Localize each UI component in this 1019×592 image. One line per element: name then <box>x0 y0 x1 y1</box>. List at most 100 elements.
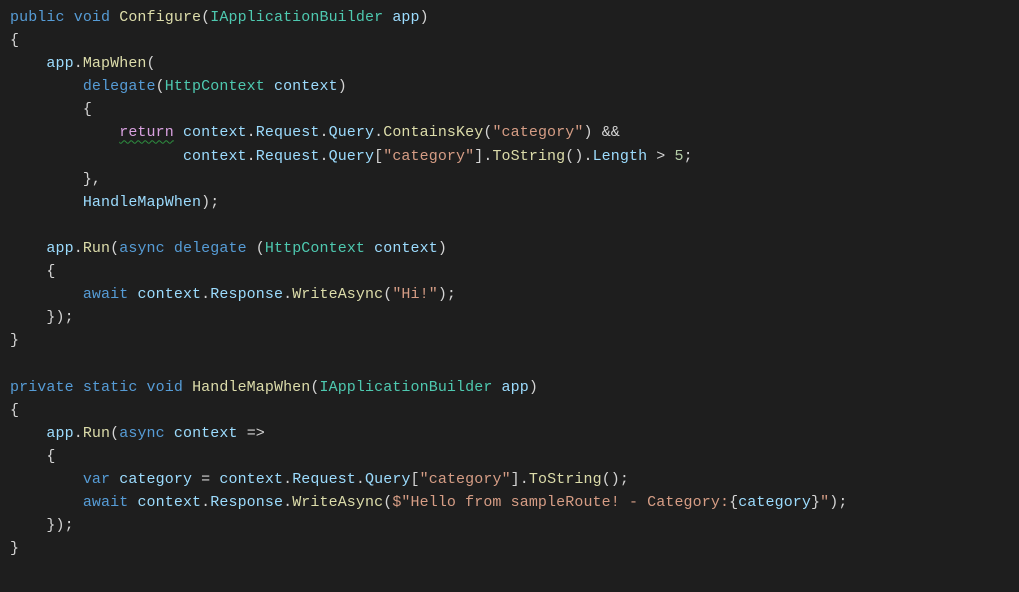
punct: [ <box>411 471 420 488</box>
punct: . <box>247 148 256 165</box>
fn-mapwhen: MapWhen <box>83 55 147 72</box>
punct: ) <box>438 240 447 257</box>
punct: . <box>283 494 292 511</box>
type-iappbuilder: IApplicationBuilder <box>320 379 493 396</box>
str-hi: "Hi!" <box>392 286 438 303</box>
punct: . <box>319 148 328 165</box>
kw-delegate: delegate <box>174 240 247 257</box>
punct: . <box>283 286 292 303</box>
brace: }); <box>46 517 73 534</box>
kw-void: void <box>147 379 183 396</box>
brace: }, <box>83 171 101 188</box>
punct: ( <box>310 379 319 396</box>
brace: { <box>83 101 92 118</box>
fn-writeasync: WriteAsync <box>292 286 383 303</box>
punct: ]. <box>474 148 492 165</box>
brace: { <box>10 402 19 419</box>
prop-length: Length <box>593 148 648 165</box>
fn-writeasync: WriteAsync <box>292 494 383 511</box>
punct: . <box>356 471 365 488</box>
punct: . <box>201 494 210 511</box>
punct: ) <box>529 379 538 396</box>
punct: ( <box>156 78 165 95</box>
var-app: app <box>46 425 73 442</box>
str-hello: $"Hello from sampleRoute! - Category: <box>392 494 729 511</box>
var-context: context <box>137 286 201 303</box>
brace: } <box>10 540 19 557</box>
var-context: context <box>183 148 247 165</box>
type-iappbuilder: IApplicationBuilder <box>210 9 383 26</box>
num-5: 5 <box>675 148 684 165</box>
prop-response: Response <box>210 286 283 303</box>
punct: ) <box>583 124 592 141</box>
prop-request: Request <box>256 124 320 141</box>
brace: } <box>10 332 19 349</box>
op-arrow: => <box>247 425 265 442</box>
punct: . <box>74 240 83 257</box>
brace: { <box>46 448 55 465</box>
punct: ( <box>383 286 392 303</box>
punct: ( <box>383 494 392 511</box>
punct: . <box>374 124 383 141</box>
ref-handlemapwhen: HandleMapWhen <box>83 194 201 211</box>
var-context: context <box>219 471 283 488</box>
prop-response: Response <box>210 494 283 511</box>
param-context: context <box>374 240 438 257</box>
op-eq: = <box>201 471 210 488</box>
param-app: app <box>392 9 419 26</box>
kw-static: static <box>83 379 138 396</box>
type-httpcontext: HttpContext <box>265 240 365 257</box>
str-hello-end: " <box>820 494 829 511</box>
fn-run: Run <box>83 240 110 257</box>
prop-request: Request <box>292 471 356 488</box>
kw-private: private <box>10 379 74 396</box>
punct: (); <box>602 471 629 488</box>
code-editor[interactable]: public void Configure(IApplicationBuilde… <box>0 0 1019 560</box>
var-app: app <box>46 240 73 257</box>
str-category: "category" <box>420 471 511 488</box>
kw-await: await <box>83 494 129 511</box>
fn-handlemapwhen: HandleMapWhen <box>192 379 310 396</box>
kw-async: async <box>119 425 165 442</box>
punct: ( <box>147 55 156 72</box>
param-context: context <box>174 425 238 442</box>
punct: ; <box>684 148 693 165</box>
var-app: app <box>46 55 73 72</box>
punct: . <box>283 471 292 488</box>
punct: . <box>74 55 83 72</box>
punct: . <box>247 124 256 141</box>
kw-delegate: delegate <box>83 78 156 95</box>
kw-return: return <box>119 124 174 141</box>
op-and: && <box>602 124 620 141</box>
punct: . <box>319 124 328 141</box>
kw-await: await <box>83 286 129 303</box>
punct: ( <box>256 240 265 257</box>
prop-query: Query <box>365 471 411 488</box>
kw-void: void <box>74 9 110 26</box>
fn-configure: Configure <box>119 9 201 26</box>
punct: [ <box>374 148 383 165</box>
fn-run: Run <box>83 425 110 442</box>
prop-query: Query <box>329 148 375 165</box>
type-httpcontext: HttpContext <box>165 78 265 95</box>
punct: ( <box>110 425 119 442</box>
punct: ); <box>201 194 219 211</box>
var-context: context <box>137 494 201 511</box>
interp-close: } <box>811 494 820 511</box>
punct: ( <box>110 240 119 257</box>
punct: (). <box>565 148 592 165</box>
brace: }); <box>46 309 73 326</box>
kw-var: var <box>83 471 110 488</box>
punct: ]. <box>511 471 529 488</box>
punct: ) <box>338 78 347 95</box>
prop-request: Request <box>256 148 320 165</box>
op-gt: > <box>656 148 665 165</box>
var-context: context <box>183 124 247 141</box>
prop-query: Query <box>329 124 375 141</box>
kw-public: public <box>10 9 65 26</box>
punct: ( <box>201 9 210 26</box>
punct: ); <box>438 286 456 303</box>
param-context: context <box>274 78 338 95</box>
str-category: "category" <box>383 148 474 165</box>
brace: { <box>46 263 55 280</box>
